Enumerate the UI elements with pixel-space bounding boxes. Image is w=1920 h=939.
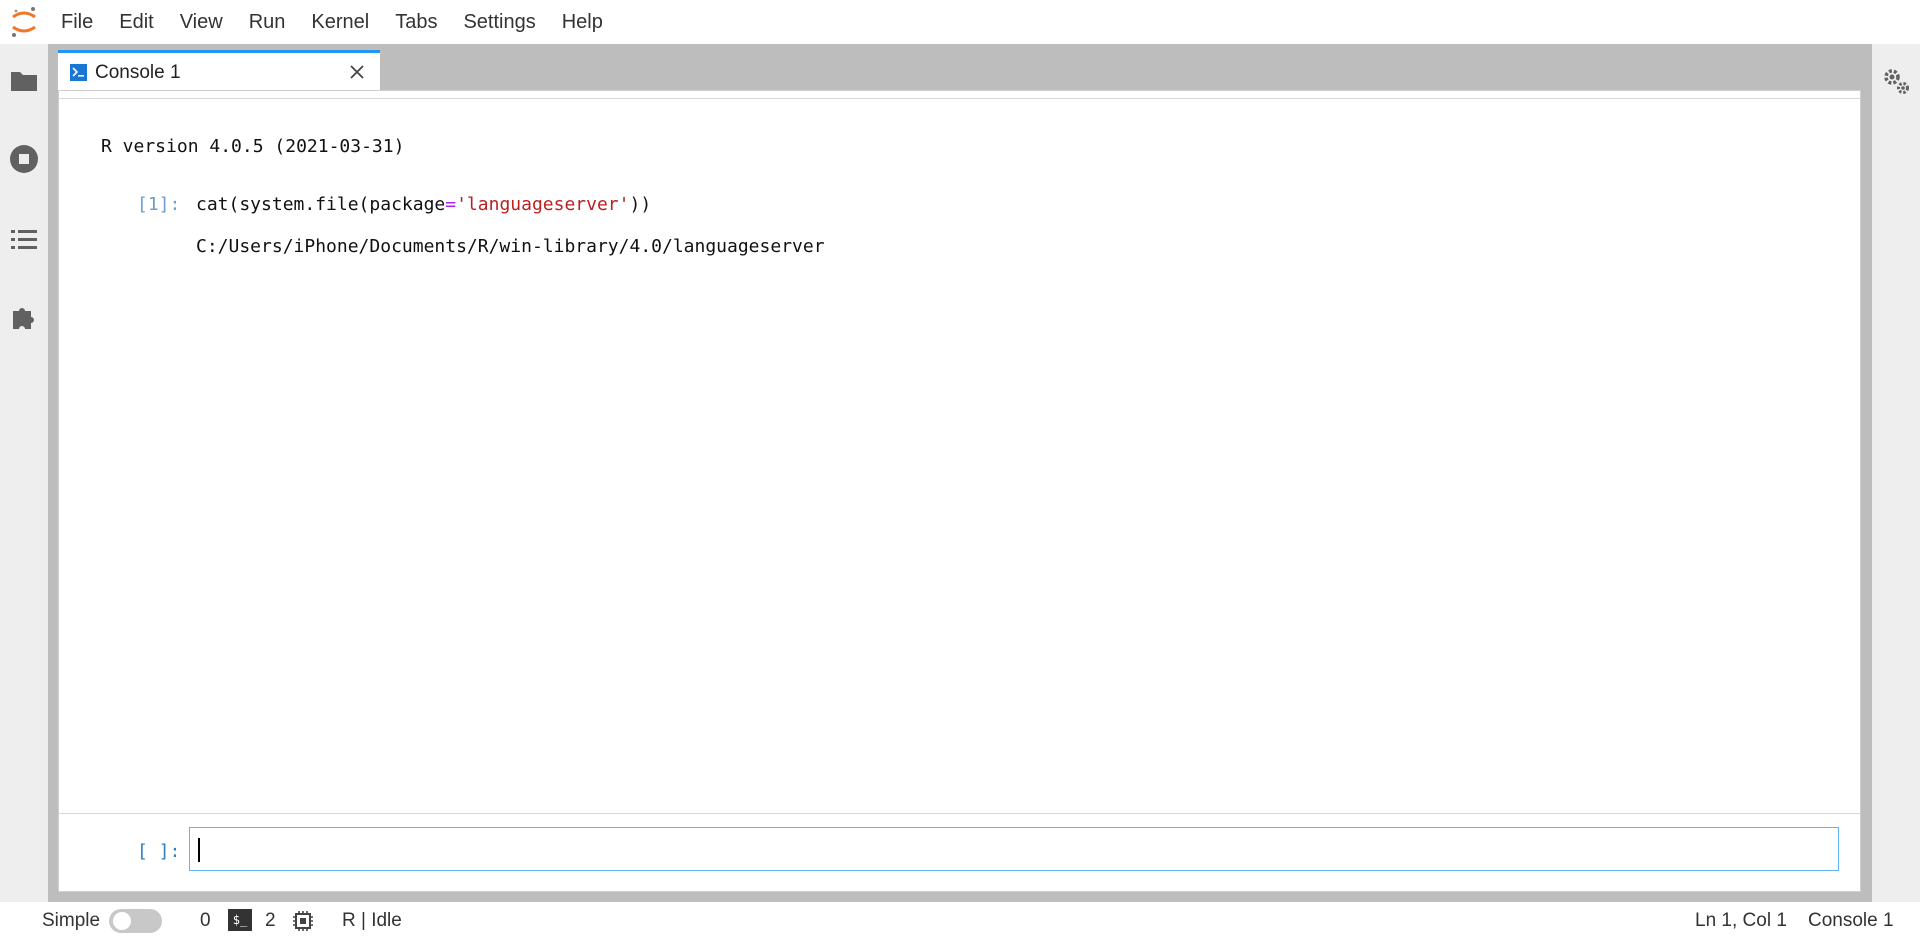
menu-bar: File Edit View Run Kernel Tabs Settings … [0, 0, 1920, 44]
tab-console-1[interactable]: Console 1 [58, 50, 380, 92]
menu-help[interactable]: Help [549, 0, 616, 44]
simple-mode-toggle[interactable] [109, 909, 162, 933]
cell-output: C:/Users/iPhone/Documents/R/win-library/… [196, 236, 825, 257]
menu-tabs[interactable]: Tabs [382, 0, 450, 44]
active-document: Console 1 [1808, 910, 1894, 931]
status-bar: Simple 0 $_ 2 R | Idle Ln 1, Col 1 Conso… [0, 902, 1920, 939]
terminals-count[interactable]: 0 [200, 902, 211, 939]
divider [59, 813, 1860, 814]
tab-label: Console 1 [95, 61, 181, 83]
extension-puzzle-icon[interactable] [7, 300, 41, 334]
console-icon [70, 64, 87, 81]
toggle-knob [113, 912, 131, 930]
input-prompt: [ ]: [137, 841, 181, 862]
code-token: )) [629, 194, 652, 215]
code-token: cat(system.file(package [196, 194, 446, 215]
left-sidebar [0, 44, 48, 902]
code-string: 'languageserver' [456, 194, 630, 215]
menu-run[interactable]: Run [236, 0, 299, 44]
folder-icon[interactable] [7, 64, 41, 98]
running-stop-icon[interactable] [7, 142, 41, 176]
cell-code[interactable]: cat(system.file(package='languageserver'… [196, 194, 651, 215]
menu-settings[interactable]: Settings [450, 0, 548, 44]
terminal-icon[interactable]: $_ [228, 909, 252, 931]
table-of-contents-icon[interactable] [7, 222, 41, 256]
code-operator: = [445, 194, 457, 215]
console-panel: R version 4.0.5 (2021-03-31) [1]: cat(sy… [58, 90, 1861, 892]
menu-edit[interactable]: Edit [106, 0, 166, 44]
menu-view[interactable]: View [167, 0, 236, 44]
console-input[interactable] [189, 827, 1839, 871]
main-dock-panel: Console 1 R version 4.0.5 (2021-03-31) [… [48, 44, 1872, 902]
menu-kernel[interactable]: Kernel [298, 0, 382, 44]
property-inspector-gears-icon[interactable] [1879, 64, 1913, 98]
menu-file[interactable]: File [48, 0, 106, 44]
kernel-chip-icon[interactable] [292, 910, 314, 932]
jupyter-logo-icon [0, 0, 48, 44]
close-icon[interactable] [346, 61, 368, 83]
divider [59, 98, 1860, 99]
cursor-position[interactable]: Ln 1, Col 1 [1695, 902, 1787, 939]
kernel-banner: R version 4.0.5 (2021-03-31) [101, 136, 405, 157]
kernels-count[interactable]: 2 [265, 902, 276, 939]
cell-prompt: [1]: [137, 194, 181, 215]
right-sidebar [1872, 44, 1920, 902]
text-caret [198, 838, 200, 862]
kernel-status[interactable]: R | Idle [342, 902, 402, 939]
simple-mode-label: Simple [42, 910, 101, 931]
